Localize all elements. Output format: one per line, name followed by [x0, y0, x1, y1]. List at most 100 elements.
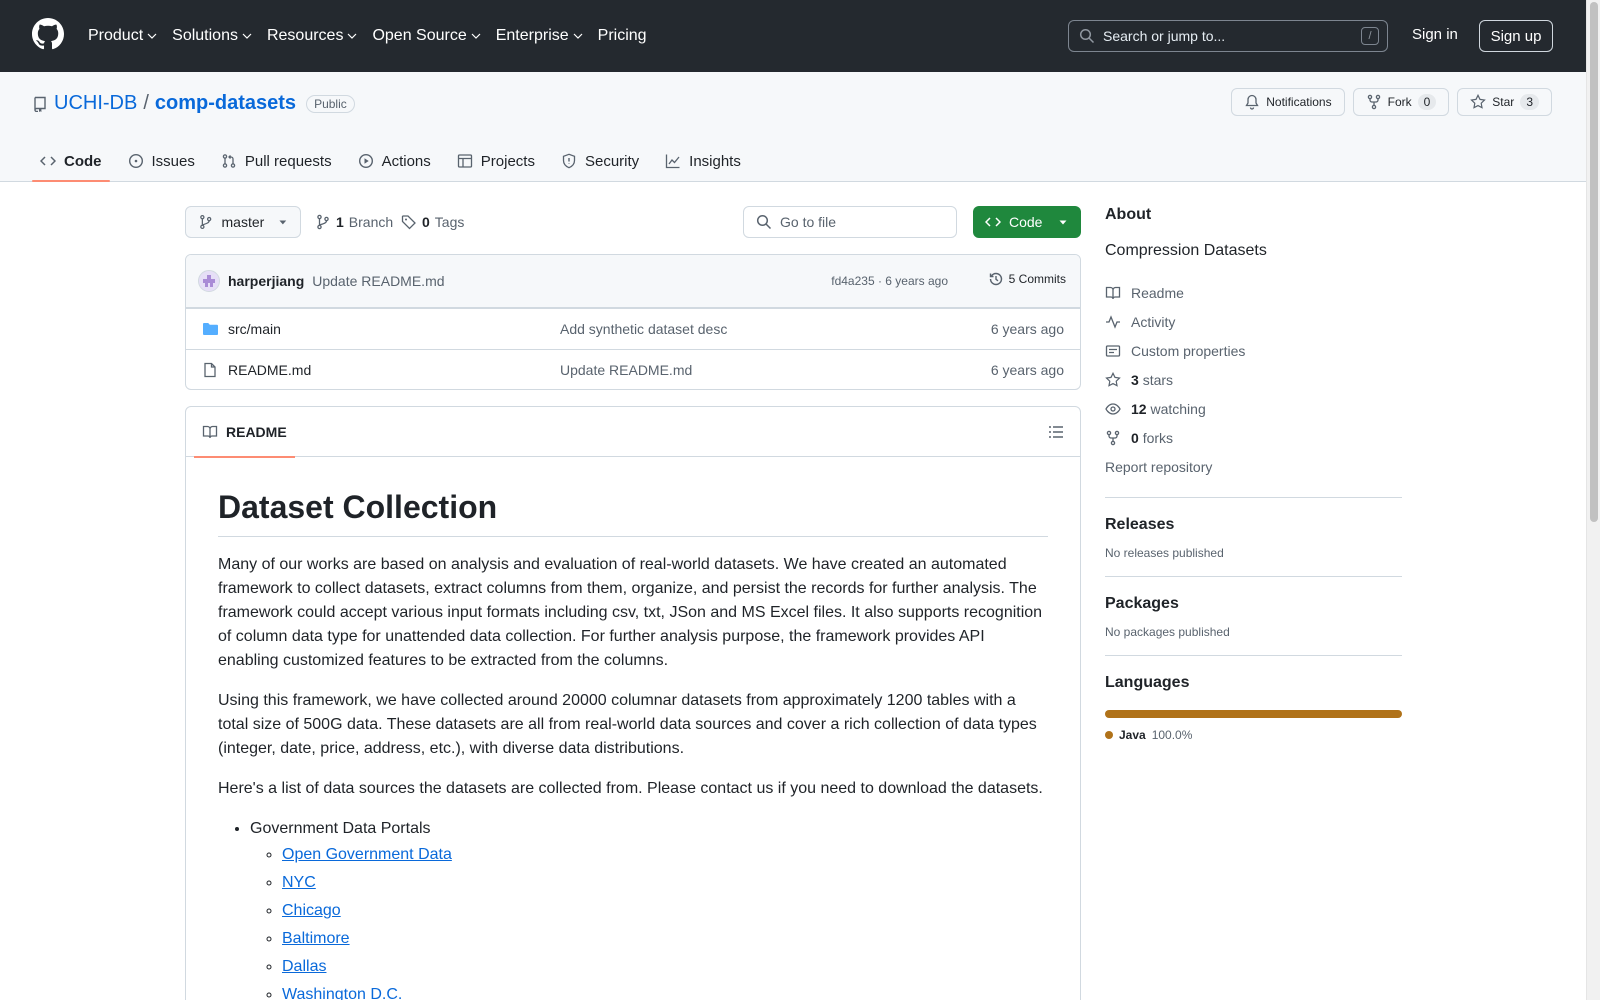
- github-logo-icon[interactable]: [32, 18, 64, 50]
- code-dropdown-button[interactable]: Code: [973, 206, 1081, 238]
- chevron-down-icon: [242, 33, 252, 39]
- stars-count: 3: [1131, 371, 1139, 388]
- tab-issues[interactable]: Issues: [120, 142, 203, 180]
- visibility-badge: Public: [306, 94, 355, 113]
- search-shortcut-key: /: [1361, 27, 1379, 45]
- fork-icon: [1106, 430, 1120, 445]
- fork-button[interactable]: Fork 0: [1352, 88, 1450, 116]
- list-item: NYC: [282, 869, 1048, 897]
- list-unordered-icon[interactable]: [1048, 424, 1064, 440]
- source-link[interactable]: NYC: [282, 874, 316, 891]
- source-link[interactable]: Washington D.C.: [282, 986, 402, 1000]
- repo-owner-link[interactable]: UCHI-DB: [54, 92, 137, 115]
- commit-author-link[interactable]: harperjiang: [228, 273, 304, 289]
- file-name-link[interactable]: README.md: [228, 362, 311, 378]
- search-input[interactable]: Search or jump to... /: [1068, 20, 1388, 52]
- source-link[interactable]: Dallas: [282, 958, 326, 975]
- language-percent: 100.0%: [1151, 728, 1193, 742]
- stars-link[interactable]: 3 stars: [1105, 365, 1402, 394]
- avatar[interactable]: [198, 270, 220, 292]
- commits-history-link[interactable]: 5 Commits: [988, 271, 1066, 287]
- releases-section: Releases No releases published: [1105, 497, 1402, 560]
- activity-link[interactable]: Activity: [1105, 307, 1402, 336]
- watching-label: watching: [1150, 400, 1206, 417]
- scrollbar-thumb[interactable]: [1590, 2, 1598, 522]
- bell-icon: [1245, 94, 1259, 110]
- readme-paragraph: Using this framework, we have collected …: [218, 692, 1037, 757]
- commit-hash-time[interactable]: fd4a235 · 6 years ago: [831, 274, 948, 288]
- custom-properties-link[interactable]: Custom properties: [1105, 336, 1402, 365]
- report-repository-link[interactable]: Report repository: [1105, 452, 1402, 481]
- tab-insights[interactable]: Insights: [657, 142, 749, 180]
- nav-resources[interactable]: Resources: [267, 27, 357, 45]
- file-browser: harperjiang Update README.md fd4a235 · 6…: [185, 254, 1081, 390]
- pull-request-icon: [222, 154, 236, 168]
- sign-up-button[interactable]: Sign up: [1479, 20, 1553, 52]
- tab-pull-requests[interactable]: Pull requests: [213, 142, 340, 180]
- activity-label: Activity: [1131, 313, 1176, 330]
- eye-icon: [1105, 402, 1121, 415]
- packages-heading[interactable]: Packages: [1105, 595, 1402, 613]
- tab-code-label: Code: [64, 152, 102, 170]
- forks-label: forks: [1142, 429, 1174, 446]
- latest-commit-bar: harperjiang Update README.md fd4a235 · 6…: [186, 255, 1080, 308]
- fork-label: Fork: [1387, 95, 1412, 109]
- file-name-link[interactable]: src/main: [228, 321, 281, 337]
- fork-counter: 0: [1417, 94, 1437, 110]
- tab-security[interactable]: Security: [553, 142, 647, 180]
- nav-resources-label: Resources: [266, 27, 344, 44]
- tab-actions[interactable]: Actions: [350, 142, 439, 180]
- readme-link[interactable]: Readme: [1105, 278, 1402, 307]
- readme-paragraph: Many of our works are based on analysis …: [218, 556, 1043, 669]
- tab-projects[interactable]: Projects: [449, 142, 543, 180]
- repo-separator: /: [143, 92, 149, 114]
- shield-icon: [562, 153, 576, 169]
- watchers-link[interactable]: 12 watching: [1105, 394, 1402, 423]
- notifications-button[interactable]: Notifications: [1231, 88, 1345, 116]
- source-link[interactable]: Baltimore: [282, 930, 350, 947]
- tags-link[interactable]: 0 Tags: [401, 214, 464, 230]
- history-icon: [989, 272, 1002, 286]
- caret-down-icon: [279, 220, 287, 225]
- source-link[interactable]: Open Government Data: [282, 846, 452, 863]
- repo-name-link[interactable]: comp-datasets: [155, 92, 296, 115]
- star-icon: [1470, 94, 1487, 109]
- nav-pricing[interactable]: Pricing: [598, 27, 647, 45]
- nav-open-source[interactable]: Open Source: [372, 27, 481, 45]
- tab-code[interactable]: Code: [32, 142, 110, 182]
- file-row[interactable]: src/main Add synthetic dataset desc 6 ye…: [186, 308, 1080, 349]
- tag-count: 0: [422, 214, 430, 230]
- nav-product[interactable]: Product: [88, 27, 157, 45]
- nav-enterprise[interactable]: Enterprise: [496, 27, 583, 45]
- readme-tab-label: README: [226, 424, 287, 440]
- tab-issues-label: Issues: [151, 152, 195, 170]
- commit-message-link[interactable]: Update README.md: [312, 273, 444, 289]
- custom-properties-label: Custom properties: [1131, 342, 1246, 359]
- releases-heading[interactable]: Releases: [1105, 516, 1402, 534]
- nav-solutions[interactable]: Solutions: [172, 27, 252, 45]
- star-button[interactable]: Star 3: [1457, 88, 1552, 116]
- code-icon: [40, 156, 56, 166]
- sign-in-link[interactable]: Sign in: [1412, 26, 1458, 43]
- file-commit-link[interactable]: Add synthetic dataset desc: [560, 321, 727, 337]
- readme-content: Dataset Collection Many of our works are…: [186, 457, 1080, 1000]
- star-counter: 3: [1520, 94, 1539, 110]
- notifications-label: Notifications: [1266, 95, 1332, 109]
- readme-paragraph: Here's a list of data sources the datase…: [218, 780, 1043, 797]
- file-commit-link[interactable]: Update README.md: [560, 362, 692, 378]
- page-scrollbar[interactable]: [1586, 0, 1600, 1000]
- file-row[interactable]: README.md Update README.md 6 years ago: [186, 349, 1080, 389]
- language-item[interactable]: Java 100.0%: [1105, 728, 1402, 742]
- note-icon: [1105, 344, 1121, 357]
- go-to-file-input[interactable]: Go to file: [743, 206, 957, 238]
- go-to-file-placeholder: Go to file: [780, 214, 837, 230]
- issue-icon: [128, 153, 143, 169]
- nav-open-source-label: Open Source: [372, 27, 467, 44]
- branch-selector-button[interactable]: master: [185, 206, 301, 238]
- branches-link[interactable]: 1 Branch: [315, 214, 393, 230]
- star-label: Star: [1492, 95, 1515, 109]
- source-link[interactable]: Chicago: [282, 902, 341, 919]
- readme-header: README: [186, 407, 1080, 458]
- forks-link[interactable]: 0 forks: [1105, 423, 1402, 452]
- readme-tab[interactable]: README: [194, 407, 295, 458]
